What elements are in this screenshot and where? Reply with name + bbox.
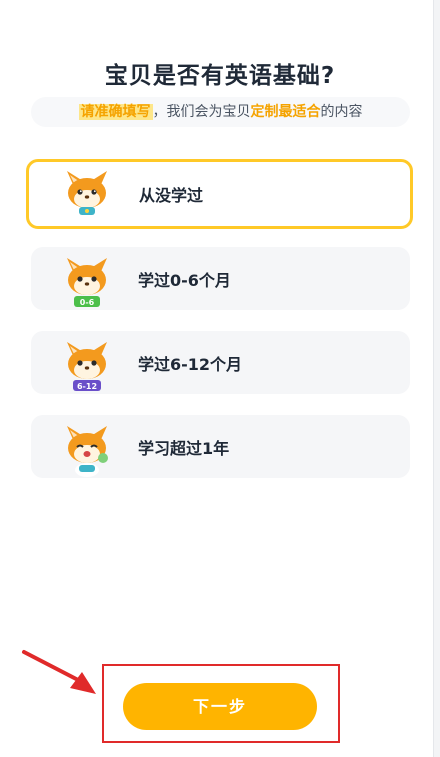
fox-mascot-icon	[67, 426, 108, 477]
option-label: 学过6-12个月	[138, 354, 243, 374]
page-title: 宝贝是否有英语基础?	[104, 63, 336, 89]
fox-mascot-icon: 6-12	[67, 342, 107, 391]
option-never-learned[interactable]: 从没学过	[26, 159, 413, 229]
subtitle-text: ，我们会为宝贝	[152, 104, 251, 120]
survey-card: 宝贝是否有英语基础? 请准确填写 ，我们会为宝贝定制最适合的内容 从没学过 0-…	[0, 0, 434, 757]
age-badge: 0-6	[80, 298, 95, 307]
next-step-button[interactable]: 下一步	[123, 683, 317, 730]
option-label: 学过0-6个月	[138, 270, 231, 290]
age-badge: 6-12	[77, 382, 97, 391]
fox-mascot-icon	[67, 171, 107, 223]
pointer-arrow-icon	[22, 650, 96, 694]
option-6-12-months[interactable]: 6-12 学过6-12个月	[31, 331, 410, 394]
fox-mascot-icon: 0-6	[67, 258, 107, 307]
subtitle-highlight-fill: 请准确填写	[78, 104, 153, 120]
option-0-6-months[interactable]: 0-6 学过0-6个月	[31, 247, 410, 310]
option-label: 从没学过	[139, 186, 204, 205]
subtitle-highlight-custom: 定制最适合	[250, 104, 321, 120]
option-over-1-year[interactable]: 学习超过1年	[31, 415, 410, 478]
subtitle-banner: 请准确填写 ，我们会为宝贝定制最适合的内容	[31, 97, 410, 127]
option-label: 学习超过1年	[138, 438, 230, 458]
subtitle-text-end: 的内容	[320, 104, 363, 120]
